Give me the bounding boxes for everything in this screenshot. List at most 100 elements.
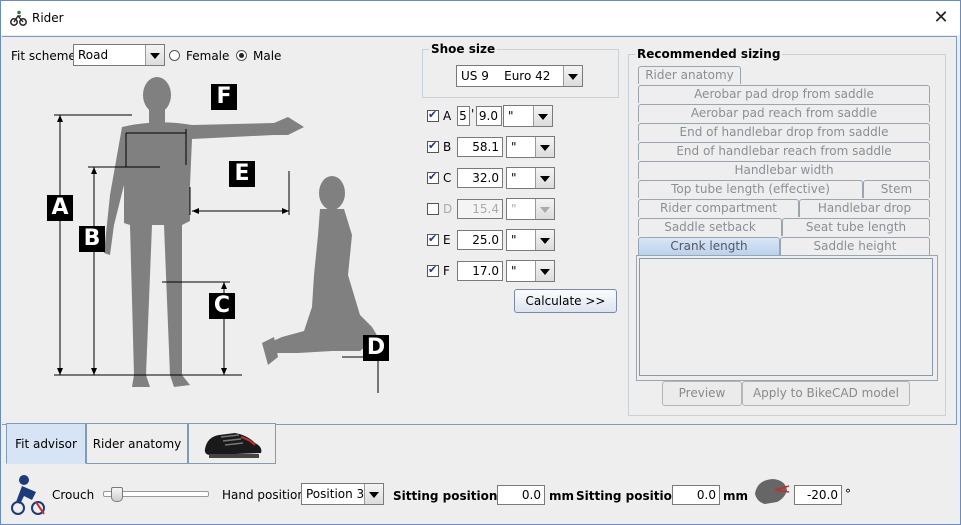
- label-b: B: [79, 226, 105, 252]
- label-f: F: [211, 84, 237, 110]
- recommended-sizing-title: Recommended sizing: [635, 47, 783, 61]
- measurement-c-unit-dropdown[interactable]: ": [506, 167, 555, 189]
- measurement-d-checkbox[interactable]: [427, 203, 439, 215]
- chevron-down-icon[interactable]: [563, 66, 582, 86]
- chevron-down-icon[interactable]: [145, 45, 164, 65]
- tab-content-area: [636, 255, 938, 381]
- chevron-down-icon[interactable]: [533, 106, 552, 126]
- measurement-f-field[interactable]: 17.0: [457, 261, 503, 281]
- shoe-icon: [204, 433, 262, 458]
- measurement-e-unit-dropdown[interactable]: ": [506, 229, 555, 251]
- measurement-b-label: B: [443, 140, 452, 154]
- tab-stem[interactable]: Stem: [863, 180, 930, 198]
- preview-button[interactable]: Preview: [662, 381, 742, 406]
- sitting-position-vertical-unit: mm: [723, 489, 749, 503]
- measurement-c-checkbox[interactable]: [427, 170, 439, 184]
- measurement-a-field[interactable]: 9.0: [476, 106, 502, 126]
- label-e: E: [229, 161, 255, 187]
- fit-advisor-panel: Fit scheme Road Female Male A B C D E F …: [2, 36, 957, 425]
- crouch-slider-thumb[interactable]: [110, 487, 123, 502]
- measurement-c-label: C: [443, 171, 452, 185]
- tab-fit-advisor[interactable]: Fit advisor: [6, 423, 86, 464]
- tab-rider-compartment[interactable]: Rider compartment: [638, 199, 799, 217]
- measurement-d-unit-dropdown[interactable]: ": [506, 198, 555, 220]
- measurement-b-field[interactable]: 58.1: [457, 137, 503, 157]
- tab-rider-anatomy-bottom[interactable]: Rider anatomy: [86, 423, 188, 464]
- measurement-e-unit: ": [511, 233, 517, 247]
- tab-saddle-height[interactable]: Saddle height: [780, 237, 930, 255]
- fit-scheme-dropdown[interactable]: Road: [73, 44, 165, 66]
- tab-rider-anatomy[interactable]: Rider anatomy: [638, 66, 741, 84]
- head-angle-field[interactable]: -20.0: [794, 485, 842, 505]
- measurement-f-checkbox[interactable]: [427, 263, 439, 277]
- tab-shoe[interactable]: [188, 423, 276, 464]
- male-label: Male: [253, 49, 282, 63]
- fit-scheme-label: Fit scheme: [11, 49, 76, 63]
- measurement-e-label: E: [443, 233, 451, 247]
- close-icon[interactable]: ✕: [930, 7, 952, 29]
- chevron-down-icon[interactable]: [364, 484, 383, 504]
- shoe-size-group: Shoe size US 9 Euro 42: [422, 42, 619, 98]
- shoe-size-label: Shoe size: [429, 42, 498, 56]
- feet-mark: ': [471, 107, 475, 121]
- apply-to-bikecad-button[interactable]: Apply to BikeCAD model: [742, 381, 910, 406]
- measurement-b-unit-dropdown[interactable]: ": [506, 136, 555, 158]
- measurement-d-label: D: [443, 202, 453, 216]
- calculate-button[interactable]: Calculate >>: [514, 289, 617, 313]
- tab-handlebar-end-drop[interactable]: End of handlebar drop from saddle: [638, 123, 930, 141]
- tab-handlebar-drop[interactable]: Handlebar drop: [799, 199, 930, 217]
- sizing-result-panel: [639, 258, 933, 376]
- label-c: C: [209, 293, 235, 319]
- measurement-f-unit: ": [511, 264, 517, 278]
- hand-position-dropdown[interactable]: Position 3: [301, 483, 384, 505]
- sitting-position-vertical-field[interactable]: 0.0: [672, 485, 720, 505]
- tab-aerobar-pad-drop[interactable]: Aerobar pad drop from saddle: [638, 85, 930, 103]
- female-radio[interactable]: [169, 50, 180, 61]
- shoe-size-dropdown[interactable]: US 9 Euro 42: [456, 65, 583, 87]
- sitting-position-horizontal-unit: mm: [549, 489, 575, 503]
- measurement-c-unit: ": [511, 171, 517, 185]
- measurement-f-unit-dropdown[interactable]: ": [506, 260, 555, 282]
- head-angle-unit: °: [845, 487, 851, 501]
- label-a: A: [47, 195, 73, 221]
- hand-position-value: Position 3: [306, 487, 365, 501]
- rider-crouch-icon: [11, 475, 45, 515]
- title-bar: Rider ✕: [1, 1, 960, 35]
- measurement-a-checkbox[interactable]: [427, 108, 439, 122]
- crouch-label: Crouch: [52, 488, 95, 502]
- window-title: Rider: [32, 11, 64, 25]
- sitting-position-horizontal-label: Sitting position ↔: [393, 489, 512, 503]
- head-angle-icon: [755, 479, 790, 504]
- measurement-a-label: A: [443, 109, 452, 123]
- chevron-down-icon[interactable]: [535, 261, 554, 281]
- tab-top-tube-length[interactable]: Top tube length (effective): [638, 180, 863, 198]
- fit-scheme-value: Road: [78, 48, 109, 62]
- measurement-a-unit-dropdown[interactable]: ": [503, 105, 553, 127]
- tab-handlebar-width[interactable]: Handlebar width: [638, 161, 930, 179]
- chevron-down-icon[interactable]: [535, 199, 554, 219]
- measurement-f-label: F: [443, 264, 450, 278]
- hand-position-label: Hand position: [222, 488, 305, 502]
- label-d: D: [363, 335, 389, 361]
- measurement-b-unit: ": [511, 140, 517, 154]
- measurement-b-checkbox[interactable]: [427, 139, 439, 153]
- measurement-d-field[interactable]: 15.4: [457, 199, 503, 219]
- tab-saddle-setback[interactable]: Saddle setback: [638, 218, 782, 236]
- chevron-down-icon[interactable]: [535, 168, 554, 188]
- chevron-down-icon[interactable]: [535, 230, 554, 250]
- chevron-down-icon[interactable]: [535, 137, 554, 157]
- tab-aerobar-pad-reach[interactable]: Aerobar pad reach from saddle: [638, 104, 930, 122]
- male-radio[interactable]: [236, 50, 247, 61]
- tab-crank-length[interactable]: Crank length: [638, 237, 780, 255]
- measurement-e-checkbox[interactable]: [427, 232, 439, 246]
- tab-seat-tube-length[interactable]: Seat tube length: [782, 218, 930, 236]
- measurement-c-field[interactable]: 32.0: [457, 168, 503, 188]
- female-label: Female: [186, 49, 230, 63]
- sitting-position-horizontal-field[interactable]: 0.0: [497, 485, 545, 505]
- shoe-size-value: US 9 Euro 42: [461, 69, 551, 83]
- dialog-body: Fit scheme Road Female Male A B C D E F …: [2, 36, 959, 524]
- measurement-a-feet-field[interactable]: 5: [457, 106, 470, 126]
- tab-handlebar-end-reach[interactable]: End of handlebar reach from saddle: [638, 142, 930, 160]
- kneeling-figure: [262, 176, 378, 365]
- measurement-e-field[interactable]: 25.0: [457, 230, 503, 250]
